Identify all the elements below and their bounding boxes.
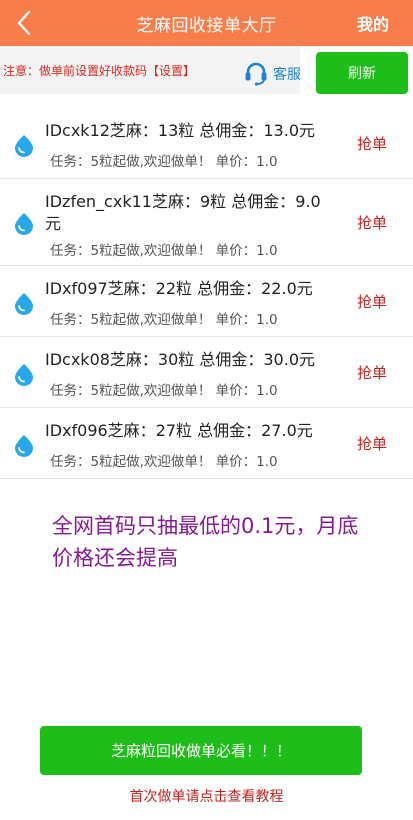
order-item: IDcxk08芝麻：30粒 总佣金：30.0元 任务：5粒起做,欢迎做单！ 单价… bbox=[0, 337, 413, 408]
order-item: IDcxk12芝麻：13粒 总佣金：13.0元 任务：5粒起做,欢迎做单！ 单价… bbox=[0, 108, 413, 179]
order-title: IDzfen_cxk11芝麻：9粒 总佣金：9.0元 bbox=[45, 192, 321, 233]
grab-order-button[interactable]: 抢单 bbox=[357, 433, 387, 454]
promo-text: 全网首码只抽最低的0.1元，月底价格还会提高 bbox=[52, 514, 359, 570]
mine-button[interactable]: 我的 bbox=[357, 11, 389, 35]
order-list: IDcxk12芝麻：13粒 总佣金：13.0元 任务：5粒起做,欢迎做单！ 单价… bbox=[0, 108, 413, 479]
water-drop-icon bbox=[15, 364, 33, 386]
water-drop-icon bbox=[15, 213, 33, 235]
service-label: 客服 bbox=[273, 67, 301, 83]
order-title: IDxf097芝麻：22粒 总佣金：22.0元 bbox=[45, 279, 313, 298]
app-header: 芝麻回收接单大厅 我的 bbox=[0, 0, 413, 46]
order-subtitle: 任务：5粒起做,欢迎做单！ 单价：1.0 bbox=[50, 154, 278, 170]
order-title: IDxf096芝麻：27粒 总佣金：27.0元 bbox=[45, 421, 313, 440]
order-subtitle: 任务：5粒起做,欢迎做单！ 单价：1.0 bbox=[50, 243, 278, 259]
grab-order-button[interactable]: 抢单 bbox=[357, 362, 387, 383]
order-subtitle: 任务：5粒起做,欢迎做单！ 单价：1.0 bbox=[50, 383, 278, 399]
grab-order-button[interactable]: 抢单 bbox=[357, 212, 387, 233]
must-read-button[interactable]: 芝麻粒回收做单必看！！！ bbox=[40, 726, 362, 775]
order-title: IDcxk08芝麻：30粒 总佣金：30.0元 bbox=[45, 350, 316, 369]
water-drop-icon bbox=[15, 135, 33, 157]
water-drop-icon bbox=[15, 435, 33, 457]
water-drop-icon bbox=[15, 293, 33, 315]
tutorial-link[interactable]: 首次做单请点击查看教程 bbox=[0, 786, 413, 806]
order-subtitle: 任务：5粒起做,欢迎做单！ 单价：1.0 bbox=[50, 312, 278, 328]
customer-service-button[interactable]: 客服 bbox=[243, 58, 305, 86]
order-item: IDzfen_cxk11芝麻：9粒 总佣金：9.0元 任务：5粒起做,欢迎做单！… bbox=[0, 179, 413, 266]
order-title: IDcxk12芝麻：13粒 总佣金：13.0元 bbox=[45, 121, 316, 140]
order-subtitle: 任务：5粒起做,欢迎做单！ 单价：1.0 bbox=[50, 454, 278, 470]
notice-text[interactable]: 注意：做单前设置好收款码【设置】 bbox=[3, 62, 195, 79]
grab-order-button[interactable]: 抢单 bbox=[357, 291, 387, 312]
order-item: IDxf096芝麻：27粒 总佣金：27.0元 任务：5粒起做,欢迎做单！ 单价… bbox=[0, 408, 413, 479]
order-item: IDxf097芝麻：22粒 总佣金：22.0元 任务：5粒起做,欢迎做单！ 单价… bbox=[0, 266, 413, 337]
page-title: 芝麻回收接单大厅 bbox=[136, 16, 277, 36]
refresh-button[interactable]: 刷新 bbox=[316, 52, 408, 94]
headset-icon bbox=[245, 62, 267, 86]
grab-order-button[interactable]: 抢单 bbox=[357, 133, 387, 154]
